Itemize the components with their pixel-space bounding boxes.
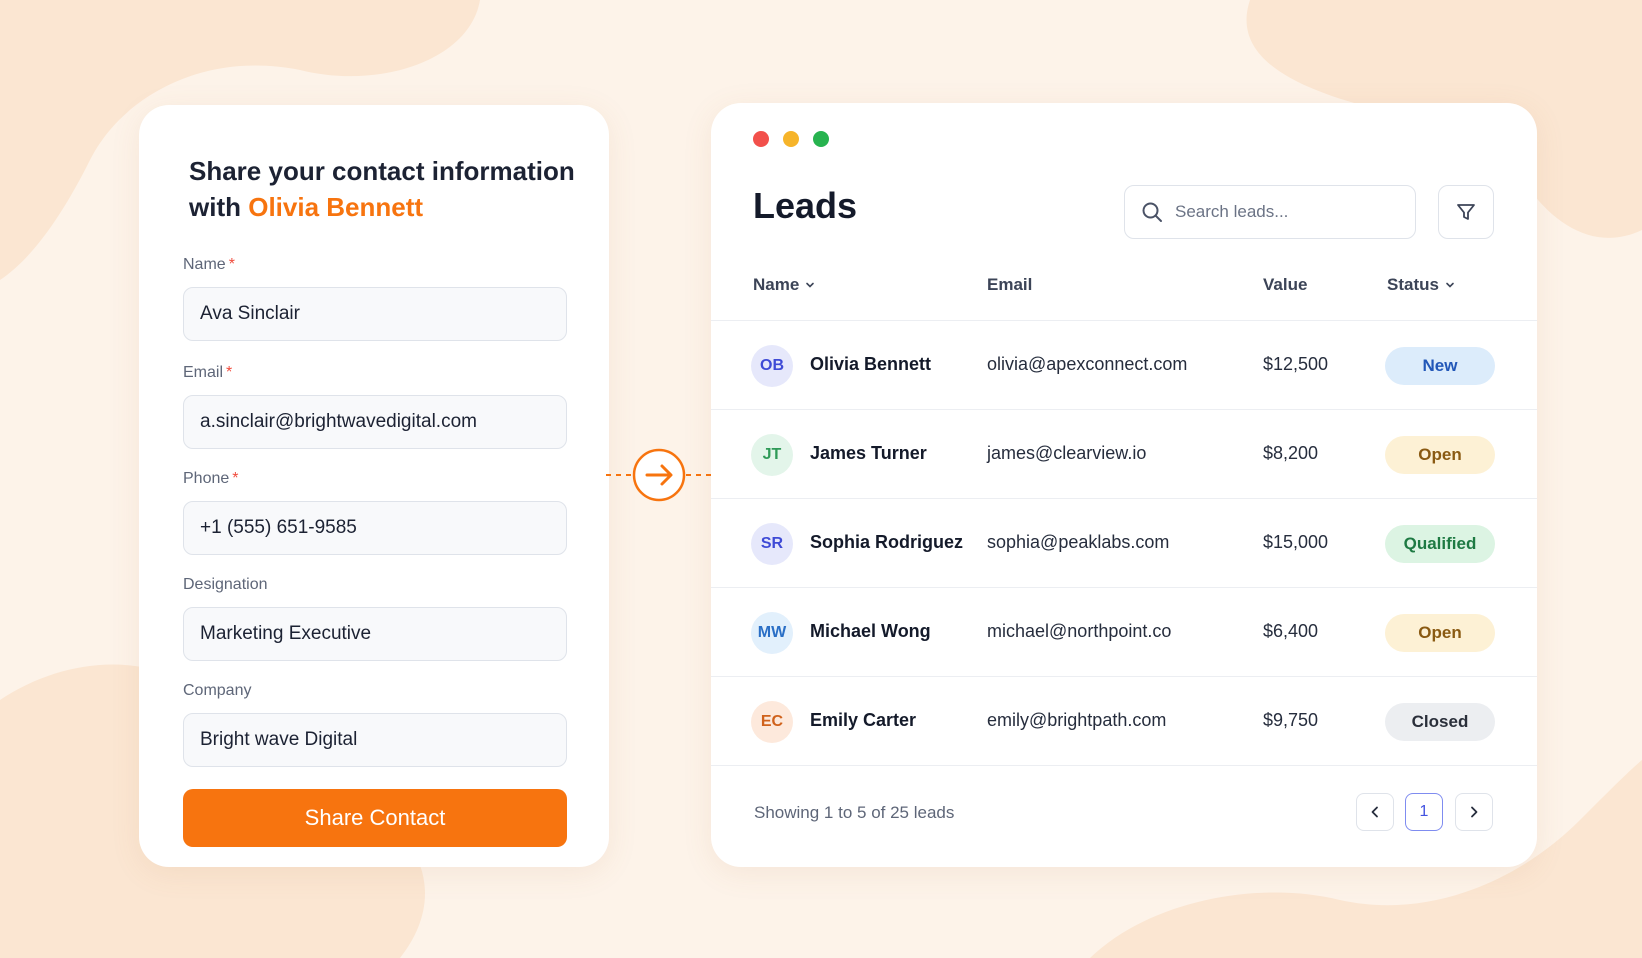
company-input[interactable] [183,713,567,767]
name-field-group: Name * [183,255,567,341]
lead-email: emily@brightpath.com [987,710,1167,730]
required-mark: * [226,364,233,381]
lead-name: Sophia Rodriguez [810,532,963,552]
required-mark: * [228,256,235,273]
column-header-email: Email [987,275,1033,294]
chevron-left-icon [1371,806,1378,818]
designation-label: Designation [183,576,268,593]
leads-window: Leads Name Email Value Status OB Olivia … [711,103,1537,867]
column-header-value: Value [1263,275,1308,294]
lead-value: $6,400 [1263,621,1319,641]
status-badge: Qualified [1385,525,1495,563]
table-row[interactable]: EC Emily Carter emily@brightpath.com $9,… [711,677,1537,766]
previous-page-button[interactable] [1356,793,1394,831]
phone-input[interactable] [183,501,567,555]
minimize-window-button[interactable] [783,131,799,147]
search-icon [1142,202,1162,222]
required-mark: * [232,470,239,487]
designation-input[interactable] [183,607,567,661]
lead-value: $9,750 [1263,710,1319,730]
share-contact-button[interactable]: Share Contact [183,789,567,847]
status-badge: Open [1385,614,1495,652]
form-title: Share your contact information with Oliv… [189,153,579,225]
avatar: SR [751,523,793,565]
lead-value: $12,500 [1263,354,1329,374]
maximize-window-button[interactable] [813,131,829,147]
table-header: Name Email Value Status [711,251,1537,321]
lead-name: Emily Carter [810,710,917,730]
lead-value: $8,200 [1263,443,1319,463]
phone-field-group: Phone * [183,469,567,555]
page-title: Leads [753,185,858,226]
lead-name: Michael Wong [810,621,931,641]
lead-email: james@clearview.io [987,443,1147,463]
lead-name: James Turner [810,443,927,463]
pagination-summary: Showing 1 to 5 of 25 leads [754,803,955,822]
form-title-prefix: with [189,192,249,222]
lead-name: Olivia Bennett [810,354,932,374]
chevron-right-icon [1471,806,1478,818]
lead-email: michael@northpoint.co [987,621,1172,641]
name-input[interactable] [183,287,567,341]
company-label: Company [183,682,252,699]
email-field-group: Email * [183,363,567,449]
avatar: EC [751,701,793,743]
avatar: OB [751,345,793,387]
email-input[interactable] [183,395,567,449]
contact-form-card: Share your contact information with Oliv… [139,105,609,867]
avatar: JT [751,434,793,476]
column-header-name[interactable]: Name [753,275,815,295]
page-1-button[interactable]: 1 [1405,793,1443,831]
status-badge: Open [1385,436,1495,474]
close-window-button[interactable] [753,131,769,147]
status-badge: New [1385,347,1495,385]
chevron-down-icon [806,282,815,288]
avatar: MW [751,612,793,654]
form-title-highlight: Olivia Bennett [248,192,424,222]
table-row[interactable]: JT James Turner james@clearview.io $8,20… [711,410,1537,499]
column-header-status[interactable]: Status [1387,275,1455,295]
chevron-down-icon [1446,282,1454,288]
search-input[interactable] [1175,202,1395,222]
name-label: Name * [183,256,235,273]
next-page-button[interactable] [1455,793,1493,831]
status-badge: Closed [1385,703,1495,741]
filter-icon [1457,204,1475,220]
lead-email: sophia@peaklabs.com [987,532,1170,552]
email-label: Email * [183,364,233,381]
lead-value: $15,000 [1263,532,1329,552]
table-row[interactable]: MW Michael Wong michael@northpoint.co $6… [711,588,1537,677]
lead-email: olivia@apexconnect.com [987,354,1188,374]
leads-table-body: OB Olivia Bennett olivia@apexconnect.com… [711,321,1537,766]
company-field-group: Company [183,681,567,767]
table-row[interactable]: SR Sophia Rodriguez sophia@peaklabs.com … [711,499,1537,588]
phone-label: Phone * [183,470,239,487]
filter-button[interactable] [1438,185,1494,239]
table-row[interactable]: OB Olivia Bennett olivia@apexconnect.com… [711,321,1537,410]
search-box [1124,185,1416,239]
form-title-line1: Share your contact information [189,156,575,186]
arrow-right-circle-icon [606,448,712,502]
window-controls [753,131,829,147]
designation-field-group: Designation [183,575,567,661]
